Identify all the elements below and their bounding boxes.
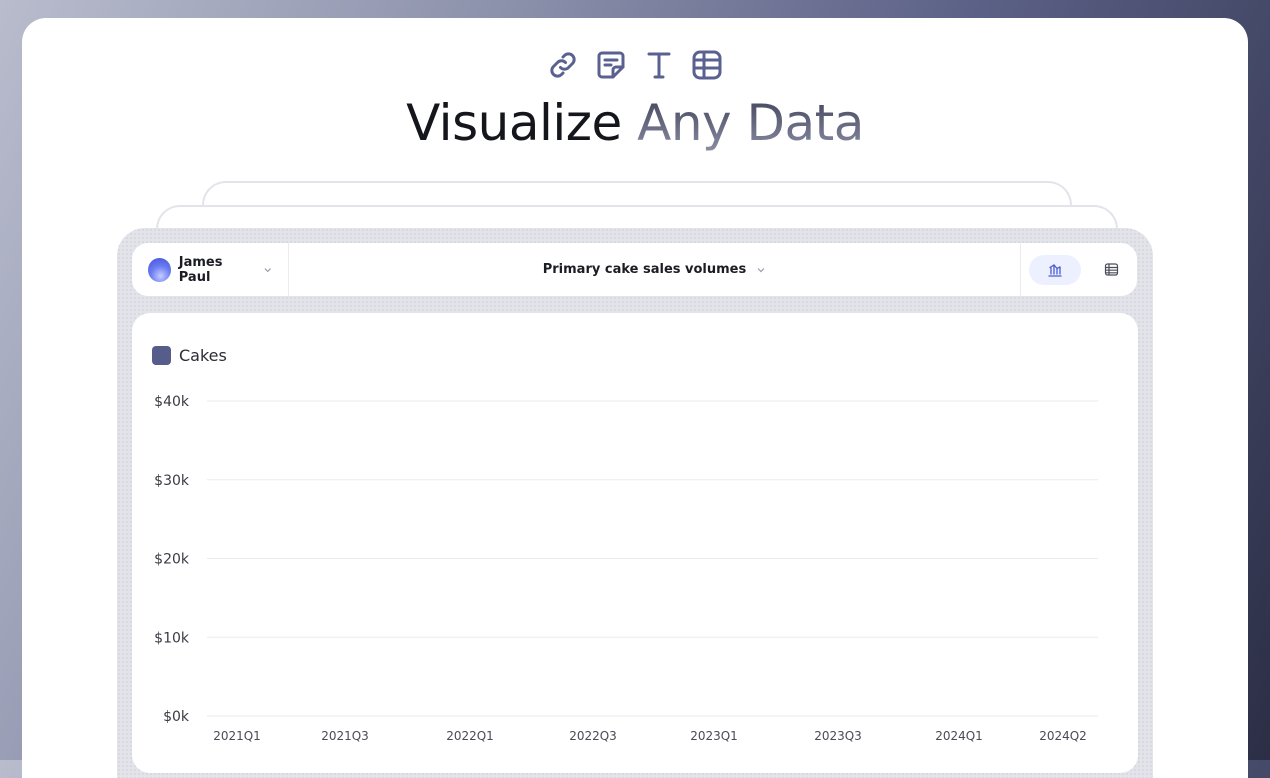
x-tick-label: 2024Q2 [1039, 729, 1087, 743]
y-tick-label: $10k [154, 630, 190, 646]
x-tick-label: 2022Q1 [446, 729, 494, 743]
avatar [148, 257, 171, 282]
view-toggle [1020, 243, 1137, 296]
table-icon [690, 48, 724, 82]
app-window: James Paul Primary cake sales volumes Ca… [117, 228, 1153, 778]
y-tick-label: $20k [154, 552, 190, 568]
chart-panel: Cakes $40k $30k $20k $10k $0k 2021Q1 2021Q3 202… [132, 313, 1138, 773]
title-main: Visualize [406, 94, 622, 152]
table-view-icon [1104, 263, 1118, 276]
sticky-note-icon [594, 48, 628, 82]
bar-chart-view-icon [1048, 263, 1062, 277]
table-view-button[interactable] [1093, 255, 1129, 285]
y-tick-label: $0k [163, 709, 190, 725]
title-accent: Any Data [637, 94, 864, 152]
user-name: James Paul [178, 254, 223, 285]
chevron-down-icon [264, 267, 271, 272]
hero-card: Visualize Any Data James Paul Primary ca… [22, 18, 1248, 778]
x-tick-label: 2023Q3 [814, 729, 862, 743]
user-selector[interactable]: James Paul [132, 243, 289, 296]
toolbar: James Paul Primary cake sales volumes [132, 243, 1137, 296]
page-title: Visualize Any Data [22, 94, 1248, 152]
x-tick-label: 2023Q1 [690, 729, 738, 743]
y-tick-label: $40k [154, 394, 190, 410]
feature-icons [22, 48, 1248, 82]
dataset-label: Primary cake sales volumes [542, 262, 747, 277]
link-icon [546, 48, 580, 82]
x-tick-label: 2024Q1 [935, 729, 983, 743]
chevron-down-icon [757, 267, 765, 272]
y-tick-label: $30k [154, 473, 190, 489]
dataset-selector[interactable]: Primary cake sales volumes [289, 243, 1020, 296]
bar-chart: $40k $30k $20k $10k $0k 2021Q1 2021Q3 2022Q1 202… [154, 394, 1098, 743]
x-tick-label: 2021Q3 [321, 729, 369, 743]
x-tick-label: 2022Q3 [569, 729, 617, 743]
chart-view-button[interactable] [1029, 254, 1081, 285]
x-tick-label: 2021Q1 [213, 729, 261, 743]
text-icon [642, 48, 676, 82]
